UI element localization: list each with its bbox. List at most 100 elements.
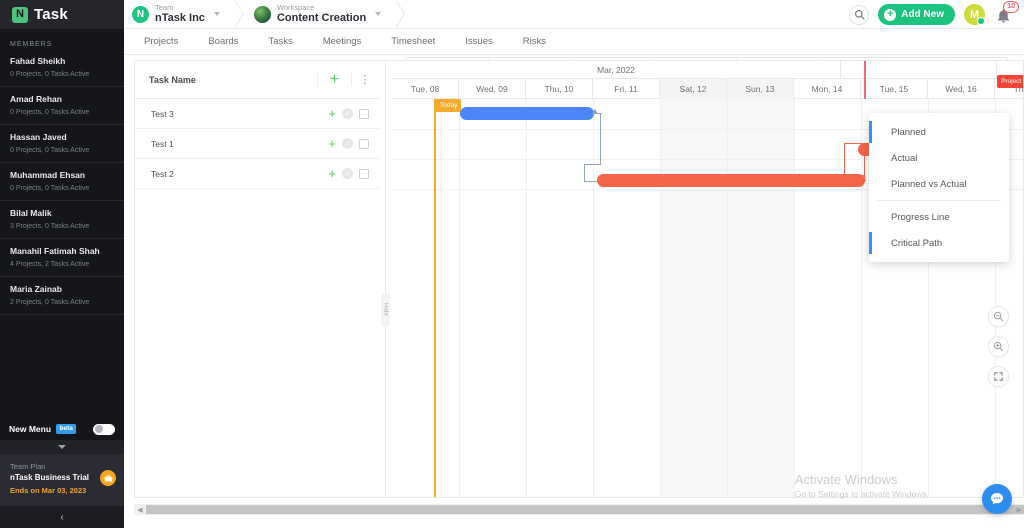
plus-icon[interactable]: + (328, 167, 336, 180)
workspace-avatar (254, 6, 271, 23)
today-marker-line (434, 99, 436, 497)
add-task-button[interactable]: + (317, 72, 351, 88)
nav-item-tasks[interactable]: Tasks (253, 29, 307, 55)
task-name: Test 3 (135, 109, 317, 119)
workspace-selector[interactable]: Workspace Content Creation (246, 0, 395, 29)
member-name: Manahil Fatimah Shah (10, 245, 114, 258)
table-row[interactable]: Test 3 + ✓ (135, 99, 379, 129)
team-logo-icon: N (132, 6, 149, 23)
briefcase-icon (100, 470, 116, 486)
brand-name: Task (34, 6, 68, 23)
nav-item-boards[interactable]: Boards (193, 29, 253, 55)
add-new-label: Add New (901, 9, 944, 20)
member-meta: 0 Projects, 0 Tasks Active (10, 69, 114, 80)
chevron-down-icon (214, 12, 220, 16)
new-menu-switch[interactable] (93, 424, 115, 435)
plus-icon[interactable]: + (328, 107, 336, 120)
member-item[interactable]: Fahad Sheikh 0 Projects, 0 Tasks Active (0, 55, 124, 87)
sidebar: N Task MEMBERS Fahad Sheikh 0 Projects, … (0, 0, 124, 528)
member-item[interactable]: Bilal Malik 3 Projects, 0 Tasks Active (0, 207, 124, 239)
open-external-icon[interactable] (359, 169, 369, 179)
gantt-month-header: Mar, 2022 (392, 61, 1023, 79)
new-menu-toggle-row[interactable]: New Menu beta (0, 418, 124, 440)
gantt-bar-test-3[interactable] (460, 107, 594, 120)
member-item[interactable]: Hassan Javed 0 Projects, 0 Tasks Active (0, 131, 124, 163)
member-item[interactable]: Manahil Fatimah Shah 4 Projects, 2 Tasks… (0, 245, 124, 277)
zoom-out-button[interactable] (988, 306, 1009, 327)
member-meta: 4 Projects, 2 Tasks Active (10, 259, 114, 270)
hide-handle-label: Hide (381, 293, 390, 327)
nav-item-meetings[interactable]: Meetings (308, 29, 377, 55)
gantt-bar-test-2[interactable] (597, 174, 865, 187)
member-meta: 2 Projects, 0 Tasks Active (10, 297, 114, 308)
project-tag-badge: Project (997, 75, 1024, 88)
fit-screen-button[interactable] (988, 366, 1009, 387)
member-name: Fahad Sheikh (10, 55, 114, 68)
plan-end-date: Ends on Mar 03, 2023 (10, 485, 114, 497)
team-name: nTask Inc (155, 13, 205, 24)
chat-support-button[interactable] (982, 484, 1012, 514)
search-icon (854, 9, 865, 20)
watermark-subtitle: Go to Settings to activate Windows. (795, 488, 929, 500)
check-circle-icon[interactable]: ✓ (342, 138, 353, 149)
add-new-button[interactable]: + Add New (878, 4, 955, 25)
member-item[interactable]: Amad Rehan 0 Projects, 0 Tasks Active (0, 93, 124, 125)
zoom-in-button[interactable] (988, 336, 1009, 357)
member-name: Muhammad Ehsan (10, 169, 114, 182)
more-vertical-icon[interactable]: ⋮ (351, 73, 379, 86)
member-name: Maria Zainab (10, 283, 114, 296)
nav-item-risks[interactable]: Risks (508, 29, 561, 55)
member-item[interactable]: Muhammad Ehsan 0 Projects, 0 Tasks Activ… (0, 169, 124, 201)
table-row[interactable]: Test 1 + ✓ (135, 129, 379, 159)
app-root: N Task MEMBERS Fahad Sheikh 0 Projects, … (0, 0, 1024, 528)
plan-name: nTask Business Trial (10, 472, 114, 484)
member-name: Hassan Javed (10, 131, 114, 144)
scrollbar-thumb[interactable] (146, 505, 1024, 514)
day-header-cell: Sat, 12 (660, 79, 727, 99)
search-button[interactable] (849, 5, 869, 25)
menu-item-progress-line[interactable]: Progress Line (869, 204, 1009, 230)
member-name: Amad Rehan (10, 93, 114, 106)
watermark-title: Activate Windows (795, 472, 929, 488)
task-name: Test 2 (135, 169, 317, 179)
menu-item-critical-path[interactable]: Critical Path (869, 230, 1009, 256)
menu-separator (877, 200, 1001, 201)
sidebar-expand-button[interactable] (0, 440, 124, 454)
check-circle-icon[interactable]: ✓ (342, 168, 353, 179)
scroll-left-arrow-icon[interactable]: ◀ (134, 506, 146, 514)
zoom-in-icon (993, 341, 1004, 352)
member-item-truncated[interactable] (0, 321, 124, 341)
user-avatar[interactable]: M (964, 4, 985, 25)
menu-item-actual[interactable]: Actual (869, 145, 1009, 171)
team-selector[interactable]: N Team nTask Inc (124, 0, 234, 29)
nav-item-issues[interactable]: Issues (450, 29, 507, 55)
task-list-empty-space (135, 189, 379, 497)
panel-collapse-handle[interactable]: Hide (379, 60, 392, 498)
sidebar-collapse-button[interactable]: ‹ (0, 506, 124, 528)
member-meta: 0 Projects, 0 Tasks Active (10, 145, 114, 156)
plus-icon[interactable]: + (328, 137, 336, 150)
chat-icon (989, 491, 1005, 507)
member-name (10, 321, 114, 334)
gantt-zoom-controls (988, 306, 1009, 387)
task-name: Test 1 (135, 139, 317, 149)
open-external-icon[interactable] (359, 109, 369, 119)
nav-item-projects[interactable]: Projects (129, 29, 193, 55)
nav-item-timesheet[interactable]: Timesheet (376, 29, 450, 55)
notifications-button[interactable]: 10 (994, 5, 1014, 25)
new-menu-label: New Menu (9, 424, 51, 434)
horizontal-scrollbar[interactable]: ◀ ▶ (134, 504, 1024, 515)
chevron-down-icon (58, 445, 66, 449)
menu-item-planned-vs-actual[interactable]: Planned vs Actual (869, 171, 1009, 197)
day-header-cell: Wed, 16 (928, 79, 995, 99)
brand-logo[interactable]: N Task (0, 0, 124, 29)
member-item[interactable]: Maria Zainab 2 Projects, 0 Tasks Active (0, 283, 124, 315)
check-circle-icon[interactable]: ✓ (342, 108, 353, 119)
workspace-kicker: Workspace (277, 4, 366, 12)
plan-card[interactable]: Team Plan nTask Business Trial Ends on M… (0, 454, 124, 506)
scroll-right-arrow-icon[interactable]: ▶ (1017, 506, 1022, 514)
member-meta: 0 Projects, 0 Tasks Active (10, 183, 114, 194)
menu-item-planned[interactable]: Planned (869, 119, 1009, 145)
table-row[interactable]: Test 2 + ✓ (135, 159, 379, 189)
open-external-icon[interactable] (359, 139, 369, 149)
